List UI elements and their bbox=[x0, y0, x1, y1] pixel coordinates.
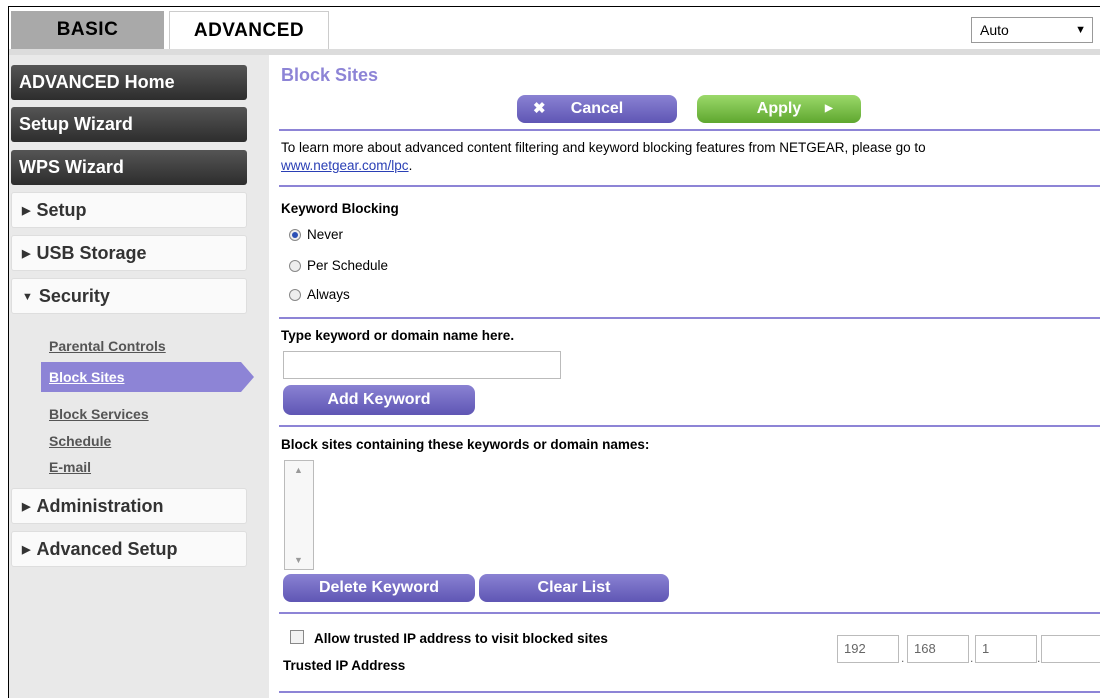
allow-trusted-checkbox[interactable] bbox=[290, 630, 304, 644]
radio-per-schedule-label: Per Schedule bbox=[307, 258, 389, 273]
page-title: Block Sites bbox=[281, 65, 379, 85]
wps-wizard-button[interactable]: WPS Wizard bbox=[11, 150, 247, 185]
chevron-down-icon: ▼ bbox=[1075, 24, 1086, 36]
sidebar-item-security[interactable]: ▼ Security bbox=[11, 278, 247, 314]
triangle-down-icon: ▼ bbox=[22, 291, 33, 303]
info-text-end: . bbox=[408, 158, 413, 173]
trusted-ip-label: Trusted IP Address bbox=[283, 658, 406, 673]
divider bbox=[279, 317, 1100, 319]
radio-never-label: Never bbox=[307, 227, 344, 242]
language-select-value: Auto bbox=[980, 22, 1009, 38]
sidebar-item-administration[interactable]: ▶ Administration bbox=[11, 488, 247, 524]
cancel-button[interactable]: ✖ Cancel bbox=[517, 95, 677, 123]
divider bbox=[279, 612, 1100, 614]
info-text: To learn more about advanced content fil… bbox=[281, 140, 926, 155]
clear-list-button[interactable]: Clear List bbox=[479, 574, 669, 602]
info-paragraph: To learn more about advanced content fil… bbox=[281, 139, 1091, 175]
main-content: Block Sites ✖ Cancel Apply ▶ To learn mo… bbox=[269, 55, 1100, 698]
close-icon: ✖ bbox=[533, 100, 546, 117]
trusted-ip-octet-2[interactable]: 168 bbox=[907, 635, 969, 663]
divider bbox=[279, 185, 1100, 187]
netgear-lpc-link[interactable]: www.netgear.com/lpc bbox=[281, 158, 409, 173]
add-keyword-button[interactable]: Add Keyword bbox=[283, 385, 475, 415]
advanced-home-button[interactable]: ADVANCED Home bbox=[11, 65, 247, 100]
triangle-right-icon: ▶ bbox=[22, 205, 31, 217]
ip-dot-separator: . bbox=[970, 651, 974, 665]
sidebar-item-label: Advanced Setup bbox=[36, 539, 178, 559]
setup-wizard-button[interactable]: Setup Wizard bbox=[11, 107, 247, 142]
sidebar-item-usb-storage[interactable]: ▶ USB Storage bbox=[11, 235, 247, 271]
blocked-keywords-list[interactable]: ▲ ▼ bbox=[284, 460, 314, 570]
sidebar-item-setup[interactable]: ▶ Setup bbox=[11, 192, 247, 228]
sidebar-item-block-services[interactable]: Block Services bbox=[49, 406, 149, 422]
language-select[interactable]: Auto ▼ bbox=[971, 17, 1093, 43]
trusted-ip-octet-4[interactable] bbox=[1041, 635, 1100, 663]
radio-never[interactable] bbox=[289, 229, 301, 241]
sidebar-item-label: USB Storage bbox=[36, 243, 147, 263]
triangle-right-icon: ▶ bbox=[22, 248, 31, 260]
blocklist-heading: Block sites containing these keywords or… bbox=[281, 437, 650, 452]
apply-button[interactable]: Apply ▶ bbox=[697, 95, 861, 123]
sidebar-item-label: Setup bbox=[36, 200, 87, 220]
sidebar-item-parental-controls[interactable]: Parental Controls bbox=[49, 338, 166, 354]
triangle-right-icon: ▶ bbox=[825, 103, 833, 114]
divider bbox=[279, 129, 1100, 131]
ip-dot-separator: . bbox=[1037, 651, 1041, 665]
trusted-ip-octet-3[interactable]: 1 bbox=[975, 635, 1037, 663]
sidebar-item-schedule[interactable]: Schedule bbox=[49, 433, 111, 449]
keyword-input[interactable] bbox=[283, 351, 561, 379]
top-tab-bar: BASIC ADVANCED Auto ▼ bbox=[9, 7, 1100, 49]
sidebar: ADVANCED Home Setup Wizard WPS Wizard ▶ S… bbox=[9, 55, 269, 698]
divider bbox=[279, 691, 1100, 693]
triangle-right-icon: ▶ bbox=[22, 544, 31, 556]
trusted-ip-octet-1[interactable]: 192 bbox=[837, 635, 899, 663]
delete-keyword-button[interactable]: Delete Keyword bbox=[283, 574, 475, 602]
tab-advanced[interactable]: ADVANCED bbox=[169, 11, 329, 49]
radio-always-label: Always bbox=[307, 287, 350, 302]
keyword-input-label: Type keyword or domain name here. bbox=[281, 328, 515, 343]
cancel-button-label: Cancel bbox=[570, 100, 624, 117]
active-item-pointer bbox=[241, 362, 254, 392]
sidebar-item-block-sites[interactable]: Block Sites bbox=[41, 362, 241, 392]
sidebar-item-email[interactable]: E-mail bbox=[49, 459, 91, 475]
allow-trusted-label: Allow trusted IP address to visit blocke… bbox=[314, 631, 608, 646]
router-admin-window: BASIC ADVANCED Auto ▼ ADVANCED Home Setu… bbox=[8, 6, 1100, 698]
apply-button-label: Apply bbox=[756, 100, 802, 117]
radio-per-schedule[interactable] bbox=[289, 260, 301, 272]
keyword-blocking-heading: Keyword Blocking bbox=[281, 201, 399, 216]
divider bbox=[279, 425, 1100, 427]
triangle-right-icon: ▶ bbox=[22, 501, 31, 513]
sidebar-item-label: Administration bbox=[36, 496, 164, 516]
radio-always[interactable] bbox=[289, 289, 301, 301]
scroll-up-icon[interactable]: ▲ bbox=[294, 465, 303, 475]
sidebar-item-label: Security bbox=[38, 286, 110, 306]
scroll-down-icon[interactable]: ▼ bbox=[294, 555, 303, 565]
tab-basic[interactable]: BASIC bbox=[11, 11, 164, 49]
sidebar-item-advanced-setup[interactable]: ▶ Advanced Setup bbox=[11, 531, 247, 567]
ip-dot-separator: . bbox=[901, 651, 905, 665]
